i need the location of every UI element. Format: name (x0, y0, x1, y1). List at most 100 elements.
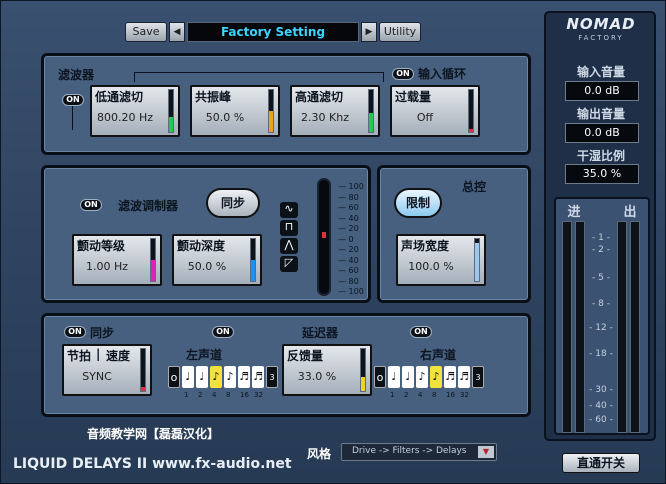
vu-tick-label: - 5 - (592, 273, 610, 283)
filter-on-toggle[interactable]: ON (62, 94, 84, 106)
wave-square-icon[interactable]: ⊓ (280, 220, 298, 236)
note-value-button[interactable]: o (374, 366, 386, 388)
resonance-control[interactable]: 共振峰 50.0 % (190, 85, 280, 137)
save-button[interactable]: Save (125, 22, 167, 42)
highcut-label: 高通滤切 (295, 90, 344, 104)
modulation-scale-tick: — 80 (338, 276, 359, 286)
note-value-button[interactable]: ♪ (416, 366, 428, 388)
output-right-vu (630, 221, 640, 433)
note-value-button[interactable]: ♬ (458, 366, 470, 388)
note-value-button[interactable]: ♬ (444, 366, 456, 388)
feedback-control[interactable]: 反馈量 33.0 % (282, 344, 372, 396)
dotted-note-toggle[interactable]: 3 (472, 366, 484, 388)
left-note-numbers: 1 2 4 8 16 32 (168, 391, 268, 401)
input-left-vu (562, 221, 572, 433)
note-division-label: 2 (198, 391, 203, 399)
divider: | (96, 347, 101, 361)
note-division-label: 4 (212, 391, 217, 399)
note-value-button[interactable]: o (168, 366, 180, 388)
note-value-button[interactable]: ♪ (430, 366, 442, 388)
modulation-scale: — 100— 80— 60— 40— 20— 0— 20— 40— 60— 80… (336, 182, 366, 296)
lowcut-control[interactable]: 低通滤切 800.20 Hz (90, 85, 180, 137)
resonance-meter-fill (269, 111, 273, 132)
routing-line (134, 72, 384, 82)
depth-control[interactable]: 颤动深度 50.0 % (172, 234, 262, 286)
speed-label: 速度 (106, 349, 131, 363)
feedback-meter (360, 348, 366, 392)
modulation-indicator (322, 232, 326, 238)
modulator-sync-button[interactable]: 同步 (206, 188, 260, 218)
delay-sync-toggle[interactable]: ON (64, 326, 86, 338)
overload-meter (468, 89, 474, 133)
overload-value: Off (416, 111, 434, 124)
sync-control[interactable]: 节拍 | 速度 SYNC (62, 344, 152, 396)
utility-button[interactable]: Utility (379, 22, 421, 42)
wave-sine-icon[interactable]: ∿ (280, 202, 298, 218)
input-right-vu (575, 221, 585, 433)
note-value-button[interactable]: ♬ (252, 366, 264, 388)
style-label: 风格 (307, 447, 332, 461)
product-name: LIQUID DELAYS II www.fx-audio.net (13, 456, 292, 472)
next-preset-button[interactable]: ▶ (361, 22, 377, 42)
depth-meter-fill (251, 260, 255, 281)
note-value-button[interactable]: ♪ (210, 366, 222, 388)
feedback-meter-fill (361, 377, 365, 391)
out-meter-label: 出 (623, 205, 637, 220)
width-control[interactable]: 声场宽度 100.0 % (396, 234, 486, 286)
depth-label: 颤动深度 (177, 239, 226, 253)
beat-label: 节拍 (67, 349, 92, 363)
wave-triangle-icon[interactable]: ⋀ (280, 238, 298, 254)
note-division-label: 16 (446, 391, 455, 399)
note-division-label: 32 (254, 391, 263, 399)
wave-saw-icon[interactable]: ◸ (280, 256, 298, 272)
feedback-label: 反馈量 (287, 349, 324, 363)
output-volume-value[interactable]: 0.0 dB (565, 123, 639, 143)
filter-panel: 滤波器 ON 输入循环 ON 低通滤切 800.20 Hz 共振峰 50.0 %… (41, 53, 531, 155)
connector (72, 106, 73, 130)
modulation-scale-tick: — 100 (338, 182, 364, 191)
highcut-control[interactable]: 高通滤切 2.30 Khz (290, 85, 380, 137)
left-delay-toggle[interactable]: ON (212, 326, 234, 338)
right-note-selector: o ♩ ♩ ♪ ♪ ♬ ♬ 3 (374, 366, 484, 388)
note-division-label: 8 (226, 391, 231, 399)
limit-button[interactable]: 限制 (394, 188, 442, 218)
note-value-button[interactable]: ♩ (388, 366, 400, 388)
lowcut-meter (168, 89, 174, 133)
vu-meter-panel: 进 出 - 1 - - 2 - - 5 - - 8 - - 12 - - 18 - - 30… (554, 197, 650, 435)
mix-value[interactable]: 35.0 % (565, 164, 639, 184)
modulator-on-toggle[interactable]: ON (80, 199, 102, 211)
lowcut-meter-fill (169, 117, 173, 132)
left-note-selector: o ♩ ♩ ♪ ♪ ♬ ♬ 3 (168, 366, 278, 388)
note-value-button[interactable]: ♬ (238, 366, 250, 388)
preset-display[interactable]: Factory Setting (187, 22, 359, 42)
chevron-down-icon[interactable]: ▼ (478, 446, 494, 458)
prev-preset-button[interactable]: ◀ (169, 22, 185, 42)
modulation-scale-tick: — 60 (338, 203, 359, 212)
vu-tick-label: - 8 - (592, 299, 610, 309)
rate-meter (150, 238, 156, 282)
modulation-display (317, 178, 331, 296)
note-value-button[interactable]: ♪ (224, 366, 236, 388)
bypass-button[interactable]: 直通开关 (562, 453, 640, 473)
resonance-value: 50.0 % (205, 111, 245, 124)
vu-tick-label: - 18 - (589, 349, 613, 359)
highcut-meter (368, 89, 374, 133)
plugin-window: Save ◀ Factory Setting ▶ Utility 滤波器 ON … (0, 0, 666, 484)
note-division-label: 1 (184, 391, 189, 399)
input-volume-value[interactable]: 0.0 dB (565, 81, 639, 101)
nomad-logo: NOMAD (566, 15, 636, 33)
dotted-note-toggle[interactable]: 3 (266, 366, 278, 388)
rate-meter-fill (151, 260, 155, 281)
overload-control[interactable]: 过载量 Off (390, 85, 480, 137)
note-value-button[interactable]: ♩ (196, 366, 208, 388)
modulator-title: 滤波调制器 (118, 199, 179, 213)
rate-control[interactable]: 颤动等级 1.00 Hz (72, 234, 162, 286)
note-value-button[interactable]: ♩ (182, 366, 194, 388)
lowcut-label: 低通滤切 (95, 90, 144, 104)
right-delay-toggle[interactable]: ON (410, 326, 432, 338)
style-select[interactable]: Drive -> Filters -> Delays ▼ (341, 443, 497, 461)
resonance-label: 共振峰 (195, 90, 232, 104)
note-value-button[interactable]: ♩ (402, 366, 414, 388)
input-loop-toggle[interactable]: ON (392, 68, 414, 80)
modulator-panel: ON 滤波调制器 同步 颤动等级 1.00 Hz 颤动深度 50.0 % ∿ ⊓… (41, 165, 371, 303)
